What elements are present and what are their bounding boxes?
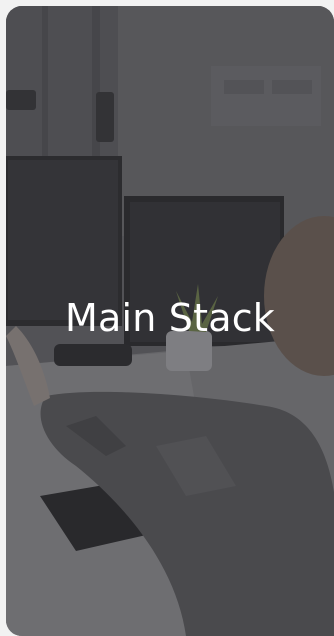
screen-title: Main Stack <box>65 296 275 340</box>
main-stack-card[interactable]: Main Stack <box>6 6 334 636</box>
